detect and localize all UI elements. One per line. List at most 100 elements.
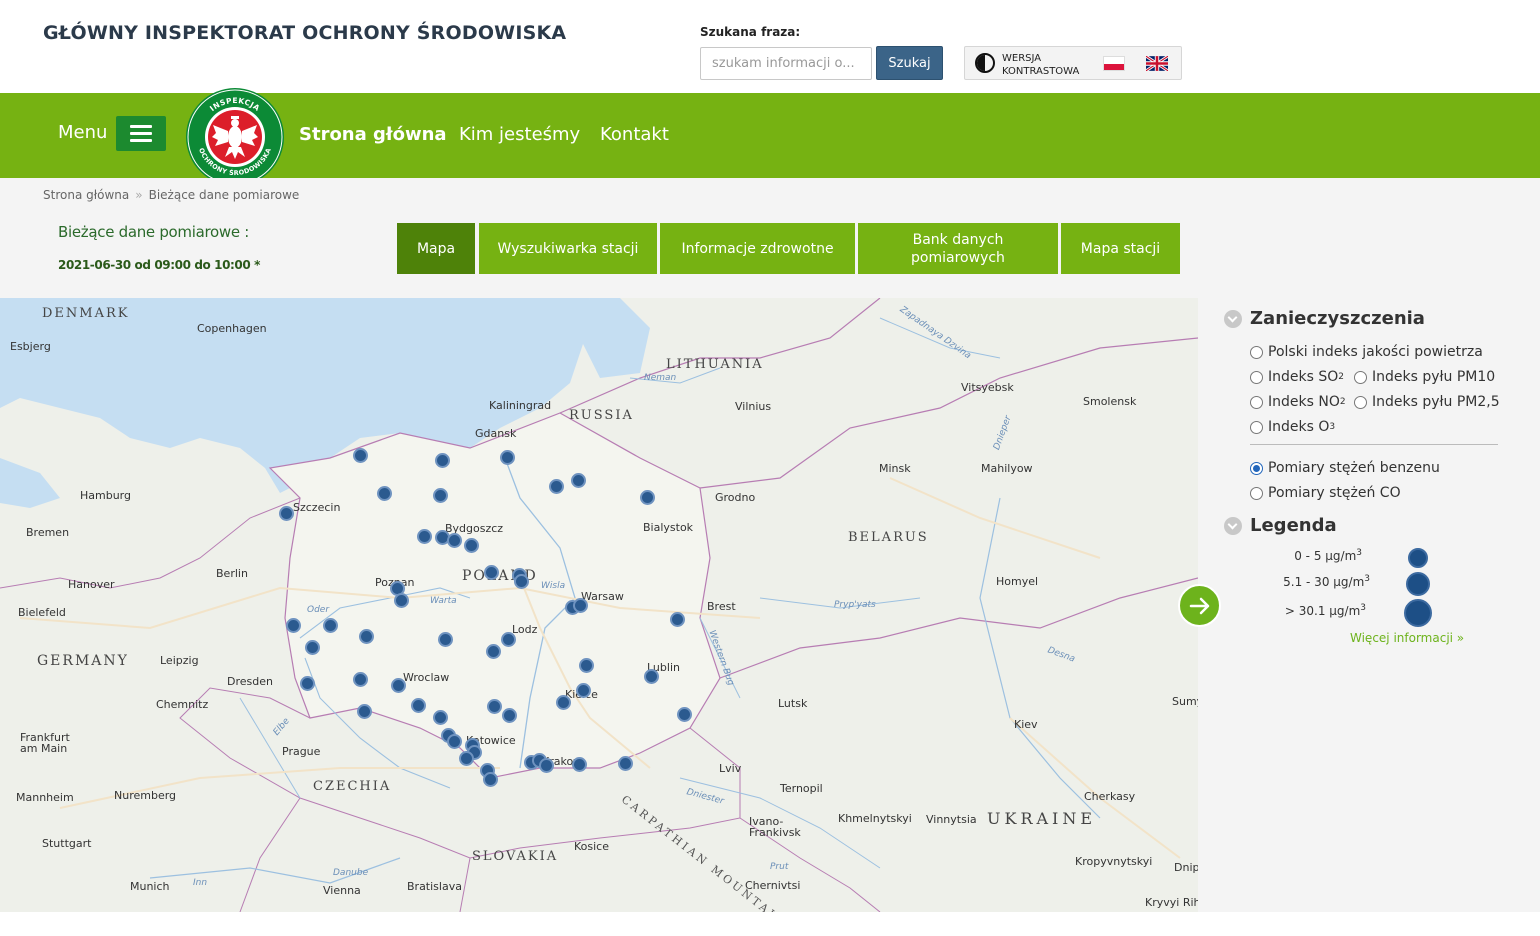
legend-dot-small [1408,548,1428,568]
city-label: Dnip [1174,861,1198,874]
option-polish-aqi[interactable]: Polski indeks jakości powietrza [1250,344,1483,360]
station-marker[interactable] [556,695,571,710]
station-marker[interactable] [571,473,586,488]
station-marker[interactable] [447,533,462,548]
option-so2[interactable]: Indeks SO 2 [1250,369,1344,385]
station-marker[interactable] [438,632,453,647]
station-marker[interactable] [353,672,368,687]
station-marker[interactable] [411,698,426,713]
chevron-down-icon [1224,516,1242,535]
station-marker[interactable] [486,644,501,659]
breadcrumb: Strona główna» Bieżące dane pomiarowe [43,188,300,202]
station-marker[interactable] [447,734,462,749]
city-label: Chemnitz [156,698,209,711]
hamburger-menu-button[interactable] [116,116,166,151]
radio-button[interactable] [1250,395,1263,409]
radio-button[interactable] [1354,370,1367,384]
station-marker[interactable] [500,450,515,465]
station-marker[interactable] [502,708,517,723]
nav-link-contact[interactable]: Kontakt [600,124,669,145]
station-marker[interactable] [483,772,498,787]
tab-map[interactable]: Mapa [397,223,475,274]
station-marker[interactable] [353,448,368,463]
station-marker[interactable] [644,669,659,684]
legend-section-header[interactable]: Legenda [1224,515,1337,536]
city-label: Bratislava [407,880,462,893]
menu-label[interactable]: Menu [58,122,107,143]
city-label: Copenhagen [197,322,267,335]
map-sidebar: Zanieczyszczenia Polski indeks jakości p… [1198,298,1540,912]
station-marker[interactable] [357,704,372,719]
station-marker[interactable] [279,506,294,521]
station-marker[interactable] [579,658,594,673]
polish-flag-icon[interactable] [1103,56,1125,71]
station-marker[interactable] [305,640,320,655]
city-label: Homyel [996,575,1039,588]
contrast-toggle[interactable]: WERSJA KONTRASTOWA [1002,52,1079,78]
station-marker[interactable] [377,486,392,501]
city-label: Warsaw [581,590,624,603]
station-marker[interactable] [394,593,409,608]
city-label: Leipzig [160,654,199,667]
station-marker[interactable] [501,632,516,647]
breadcrumb-home[interactable]: Strona główna [43,188,129,202]
nav-link-about[interactable]: Kim jesteśmy [459,124,580,145]
radio-button[interactable] [1250,370,1263,384]
search-button[interactable]: Szukaj [876,46,943,80]
radio-button[interactable] [1250,345,1263,359]
radio-button[interactable] [1354,395,1367,409]
station-marker[interactable] [573,598,588,613]
station-marker[interactable] [576,683,591,698]
station-marker[interactable] [300,676,315,691]
collapse-panel-button[interactable] [1178,584,1221,627]
option-pm25[interactable]: Indeks pyłu PM2,5 [1354,394,1500,410]
station-marker[interactable] [514,574,529,589]
country-label: UKRAINE [987,809,1097,828]
option-o3[interactable]: Indeks O3 [1250,419,1335,435]
tab-station-map[interactable]: Mapa stacji [1061,223,1180,274]
station-marker[interactable] [484,565,499,580]
station-marker[interactable] [670,612,685,627]
city-label: Szczecin [293,501,341,514]
radio-button[interactable] [1250,420,1263,434]
station-marker[interactable] [323,618,338,633]
option-no2[interactable]: Indeks NO 2 [1250,394,1346,410]
option-co[interactable]: Pomiary stężeń CO [1250,485,1401,501]
radio-button[interactable] [1250,486,1263,500]
station-marker[interactable] [417,529,432,544]
station-marker[interactable] [459,751,474,766]
station-marker[interactable] [539,758,554,773]
option-benzene[interactable]: Pomiary stężeń benzenu [1250,460,1440,476]
nav-link-home[interactable]: Strona główna [299,124,447,145]
station-marker[interactable] [549,479,564,494]
option-pm10[interactable]: Indeks pyłu PM10 [1354,369,1495,385]
country-label: RUSSIA [569,408,634,423]
uk-flag-icon[interactable] [1146,56,1168,71]
station-marker[interactable] [391,678,406,693]
site-title[interactable]: GŁÓWNY INSPEKTORAT OCHRONY ŚRODOWISKA [43,22,566,44]
station-marker[interactable] [464,538,479,553]
option-label: Pomiary stężeń CO [1268,485,1401,501]
station-marker[interactable] [286,618,301,633]
station-marker[interactable] [677,707,692,722]
station-marker[interactable] [640,490,655,505]
station-marker[interactable] [359,629,374,644]
station-marker[interactable] [435,453,450,468]
contrast-icon[interactable] [975,53,995,73]
station-marker[interactable] [433,488,448,503]
tab-station-search[interactable]: Wyszukiwarka stacji [479,223,657,274]
station-marker[interactable] [487,699,502,714]
more-info-link[interactable]: Więcej informacji » [1350,631,1464,645]
tab-health-info[interactable]: Informacje zdrowotne [660,223,855,274]
search-input[interactable] [700,47,872,80]
pollutants-section-header[interactable]: Zanieczyszczenia [1224,308,1425,329]
station-marker[interactable] [572,757,587,772]
station-marker[interactable] [433,710,448,725]
country-label: CZECHIA [313,779,392,794]
radio-button-checked[interactable] [1250,461,1263,475]
tab-data-bank[interactable]: Bank danych pomiarowych [858,223,1058,274]
inspection-logo-icon[interactable]: INSPEKCJA OCHRONY ŚRODOWISKA [185,87,285,187]
legend-title: Legenda [1250,515,1337,536]
station-marker[interactable] [618,756,633,771]
map-view[interactable]: DENMARK LITHUANIA RUSSIA BELARUS POLAND … [0,298,1198,912]
